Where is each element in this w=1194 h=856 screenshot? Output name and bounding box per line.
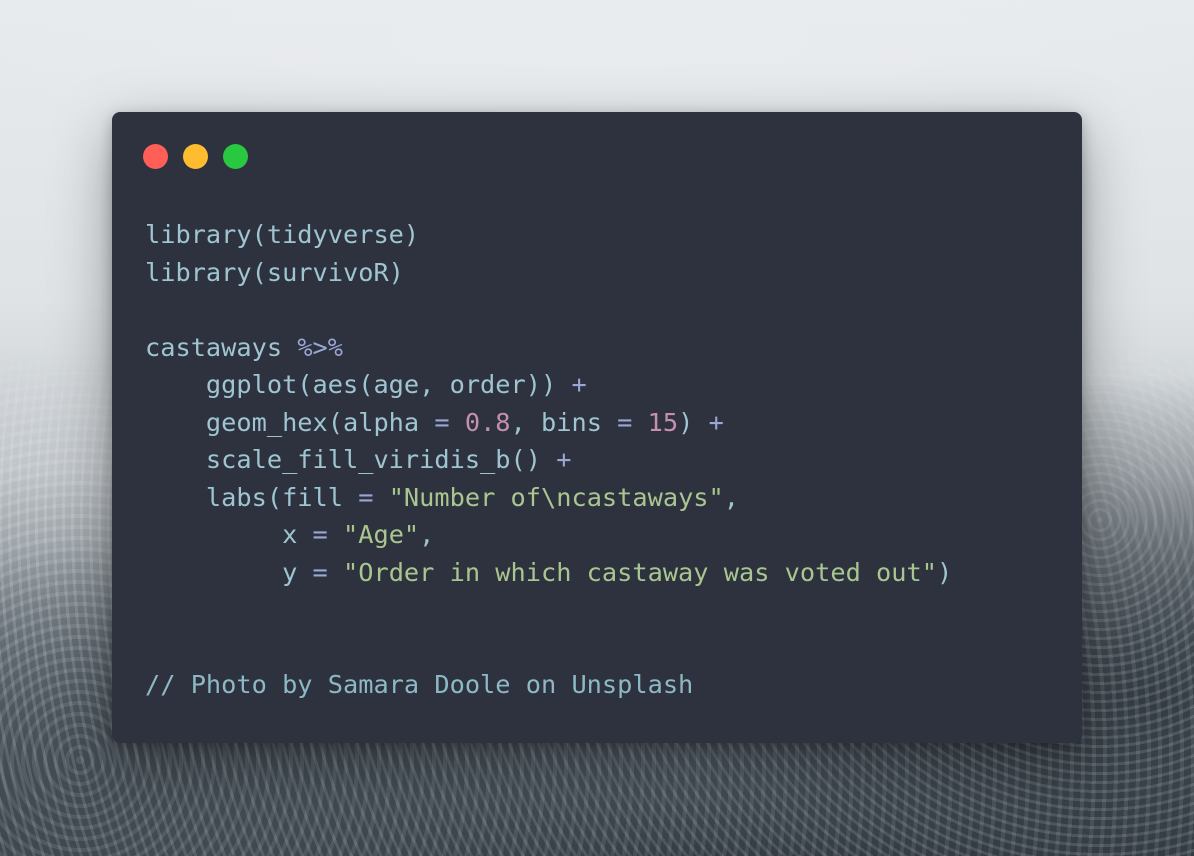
code-token: library(survivoR): [145, 257, 404, 287]
code-token: ggplot(aes(age, order)): [145, 370, 572, 399]
code-token: +: [571, 370, 587, 399]
code-token: =: [434, 407, 450, 437]
code-line: labs(fill = "Number of\ncastaways",: [145, 479, 952, 517]
code-token: =: [312, 520, 328, 549]
code-line: // Photo by Samara Doole on Unsplash: [145, 666, 952, 704]
code-line: library(survivoR): [145, 254, 952, 292]
code-token: 0.8: [464, 407, 511, 437]
code-line: x = "Age",: [145, 516, 952, 554]
code-line: scale_fill_viridis_b() +: [145, 441, 952, 479]
code-token: ): [678, 407, 709, 437]
code-token: =: [358, 482, 374, 512]
code-token: library(tidyverse): [145, 220, 420, 249]
code-line: library(tidyverse): [145, 216, 952, 254]
code-token: , bins: [510, 407, 618, 437]
code-token: =: [617, 407, 633, 437]
code-token: "Order in which castaway was voted out": [343, 557, 937, 587]
code-token: scale_fill_viridis_b(): [145, 445, 557, 474]
window-controls: [143, 144, 248, 169]
code-token: castaways: [145, 332, 298, 362]
code-token: =: [312, 557, 328, 587]
minimize-button[interactable]: [183, 144, 208, 169]
code-token: ): [936, 557, 953, 587]
photo-credit-comment: // Photo by Samara Doole on Unsplash: [145, 670, 694, 699]
code-token: 15: [647, 407, 679, 437]
code-token: y: [145, 557, 313, 587]
code-token: +: [556, 445, 572, 474]
code-window: library(tidyverse) library(survivoR) cast…: [112, 112, 1082, 743]
code-token: "Age": [343, 520, 420, 549]
maximize-button[interactable]: [223, 144, 248, 169]
code-token: ,: [723, 482, 739, 512]
code-token: x: [145, 520, 313, 549]
code-block: library(tidyverse) library(survivoR) cast…: [145, 216, 952, 704]
code-token: ,: [419, 520, 435, 549]
code-line: castaways %>%: [145, 329, 952, 367]
code-line: ggplot(aes(age, order)) +: [145, 366, 952, 404]
code-token: "Number of\ncastaways": [388, 482, 724, 512]
code-token: labs(fill: [145, 482, 359, 512]
code-token: +: [708, 407, 724, 437]
code-token: geom_hex(alpha: [145, 407, 435, 437]
code-line: y = "Order in which castaway was voted o…: [145, 554, 952, 592]
close-button[interactable]: [143, 144, 168, 169]
code-line: geom_hex(alpha = 0.8, bins = 15) +: [145, 404, 952, 442]
code-token: %>%: [297, 332, 344, 362]
